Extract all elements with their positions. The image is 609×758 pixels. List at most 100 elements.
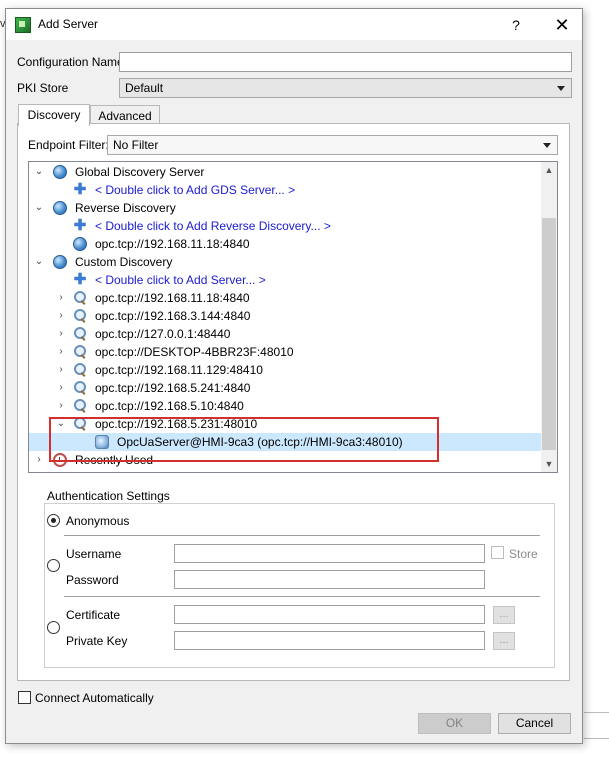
chevron-down-icon <box>557 86 565 91</box>
expand-icon[interactable]: › <box>55 325 67 343</box>
tree-node-custom-discovery[interactable]: ⌄ Custom Discovery <box>29 253 543 271</box>
server-icon <box>95 435 109 449</box>
expand-icon[interactable]: › <box>55 343 67 361</box>
tree-node-label: OpcUaServer@HMI-9ca3 (opc.tcp://HMI-9ca3… <box>117 435 403 449</box>
tree-node-global-discovery[interactable]: ⌄ Global Discovery Server <box>29 163 543 181</box>
scrollbar-thumb[interactable] <box>542 218 556 450</box>
tree-node-label: opc.tcp://DESKTOP-4BBR23F:48010 <box>95 345 294 359</box>
pki-store-select[interactable]: Default <box>119 78 572 98</box>
certificate-input[interactable] <box>174 605 485 624</box>
magnifier-icon <box>73 381 87 395</box>
tree-node-discovery-url[interactable]: › opc.tcp://192.168.5.241:4840 <box>29 379 543 397</box>
config-name-label: Configuration Name <box>17 55 124 69</box>
certificate-label: Certificate <box>66 608 121 622</box>
expand-icon[interactable]: › <box>33 451 45 469</box>
plus-icon: ✚ <box>73 181 87 198</box>
globe-icon <box>53 201 67 215</box>
auth-settings-title: Authentication Settings <box>44 489 173 503</box>
tree-node-discovery-url[interactable]: › opc.tcp://127.0.0.1:48440 <box>29 325 543 343</box>
expand-icon[interactable]: › <box>55 397 67 415</box>
connect-automatically-label: Connect Automatically <box>35 691 154 705</box>
tree-node-discovery-url[interactable]: › opc.tcp://DESKTOP-4BBR23F:48010 <box>29 343 543 361</box>
certificate-browse-button[interactable]: ... <box>493 606 515 624</box>
private-key-browse-button[interactable]: ... <box>493 632 515 650</box>
tab-discovery[interactable]: Discovery <box>18 104 90 126</box>
tree-node-label: Custom Discovery <box>75 255 173 269</box>
pki-store-value: Default <box>125 81 164 95</box>
tree-node-label: < Double click to Add Reverse Discovery.… <box>95 219 331 233</box>
tree-node-discovery-url[interactable]: › opc.tcp://192.168.11.129:48410 <box>29 361 543 379</box>
tree-node-server-selected[interactable]: OpcUaServer@HMI-9ca3 (opc.tcp://HMI-9ca3… <box>29 433 543 451</box>
tree-node-discovery-url[interactable]: › opc.tcp://192.168.5.10:4840 <box>29 397 543 415</box>
title-bar[interactable]: Add Server ? ✕ <box>6 9 582 40</box>
collapse-icon[interactable]: ⌄ <box>33 163 45 181</box>
tree-node-add-gds[interactable]: ✚ < Double click to Add GDS Server... > <box>29 181 543 199</box>
scroll-up-icon[interactable]: ▲ <box>541 162 557 178</box>
tree-node-discovery-url[interactable]: › opc.tcp://192.168.3.144:4840 <box>29 307 543 325</box>
connect-automatically-checkbox[interactable] <box>18 691 31 704</box>
expand-icon[interactable]: › <box>55 289 67 307</box>
magnifier-icon <box>73 399 87 413</box>
cancel-button[interactable]: Cancel <box>498 713 571 734</box>
clock-icon <box>53 453 67 467</box>
collapse-icon[interactable]: ⌄ <box>33 199 45 217</box>
certificate-radio[interactable] <box>47 621 60 634</box>
collapse-icon[interactable]: ⌄ <box>55 415 67 433</box>
magnifier-icon <box>73 327 87 341</box>
expand-icon[interactable]: › <box>55 307 67 325</box>
expand-icon[interactable]: › <box>55 361 67 379</box>
dialog-title: Add Server <box>38 17 99 31</box>
username-label: Username <box>66 547 122 561</box>
tree-node-label: < Double click to Add GDS Server... > <box>95 183 296 197</box>
endpoint-filter-select[interactable]: No Filter <box>107 135 558 155</box>
username-radio[interactable] <box>47 559 60 572</box>
store-checkbox[interactable] <box>491 546 504 559</box>
tree-node-add-server[interactable]: ✚ < Double click to Add Server... > <box>29 271 543 289</box>
tree-node-recently-used[interactable]: › Recently Used <box>29 451 543 469</box>
tree-node-label: opc.tcp://192.168.11.129:48410 <box>95 363 263 377</box>
tree-node-label: opc.tcp://192.168.3.144:4840 <box>95 309 251 323</box>
magnifier-icon <box>73 417 87 431</box>
tree-node-label: opc.tcp://192.168.5.10:4840 <box>95 399 244 413</box>
background-divider <box>584 712 609 713</box>
magnifier-icon <box>73 363 87 377</box>
password-input[interactable] <box>174 570 485 589</box>
magnifier-icon <box>73 291 87 305</box>
tree-node-add-reverse[interactable]: ✚ < Double click to Add Reverse Discover… <box>29 217 543 235</box>
chevron-down-icon <box>543 143 551 148</box>
separator <box>64 535 540 536</box>
plus-icon: ✚ <box>73 271 87 288</box>
tree-node-discovery-url-expanded[interactable]: ⌄ opc.tcp://192.168.5.231:48010 <box>29 415 543 433</box>
magnifier-icon <box>73 345 87 359</box>
collapse-icon[interactable]: ⌄ <box>33 253 45 271</box>
tree-scrollbar[interactable]: ▲ ▼ <box>541 162 557 472</box>
password-label: Password <box>66 573 119 587</box>
tree-node-endpoint[interactable]: opc.tcp://192.168.11.18:4840 <box>29 235 543 253</box>
pki-store-label: PKI Store <box>17 81 69 95</box>
config-name-input[interactable] <box>119 52 572 72</box>
separator <box>64 596 540 597</box>
tree-node-label: < Double click to Add Server... > <box>95 273 266 287</box>
store-label: Store <box>509 547 538 561</box>
username-input[interactable] <box>174 544 485 563</box>
scroll-down-icon[interactable]: ▼ <box>541 456 557 472</box>
globe-icon <box>53 255 67 269</box>
tree-node-label: opc.tcp://192.168.5.241:4840 <box>95 381 251 395</box>
ok-button[interactable]: OK <box>418 713 491 734</box>
server-tree[interactable]: ⌄ Global Discovery Server ✚ < Double cli… <box>28 161 558 473</box>
expand-icon[interactable]: › <box>55 379 67 397</box>
background-divider <box>584 738 609 739</box>
tree-node-label: opc.tcp://192.168.11.18:4840 <box>95 237 250 251</box>
endpoint-globe-icon <box>73 237 87 251</box>
anonymous-radio[interactable] <box>47 514 60 527</box>
endpoint-filter-value: No Filter <box>113 138 159 152</box>
endpoint-filter-label: Endpoint Filter: <box>28 138 109 152</box>
tree-node-reverse-discovery[interactable]: ⌄ Reverse Discovery <box>29 199 543 217</box>
close-button[interactable]: ✕ <box>550 13 574 37</box>
tree-node-label: Reverse Discovery <box>75 201 176 215</box>
private-key-input[interactable] <box>174 631 485 650</box>
tree-node-discovery-url[interactable]: › opc.tcp://192.168.11.18:4840 <box>29 289 543 307</box>
tree-node-label: Global Discovery Server <box>75 165 205 179</box>
help-button[interactable]: ? <box>504 14 528 36</box>
plus-icon: ✚ <box>73 217 87 234</box>
